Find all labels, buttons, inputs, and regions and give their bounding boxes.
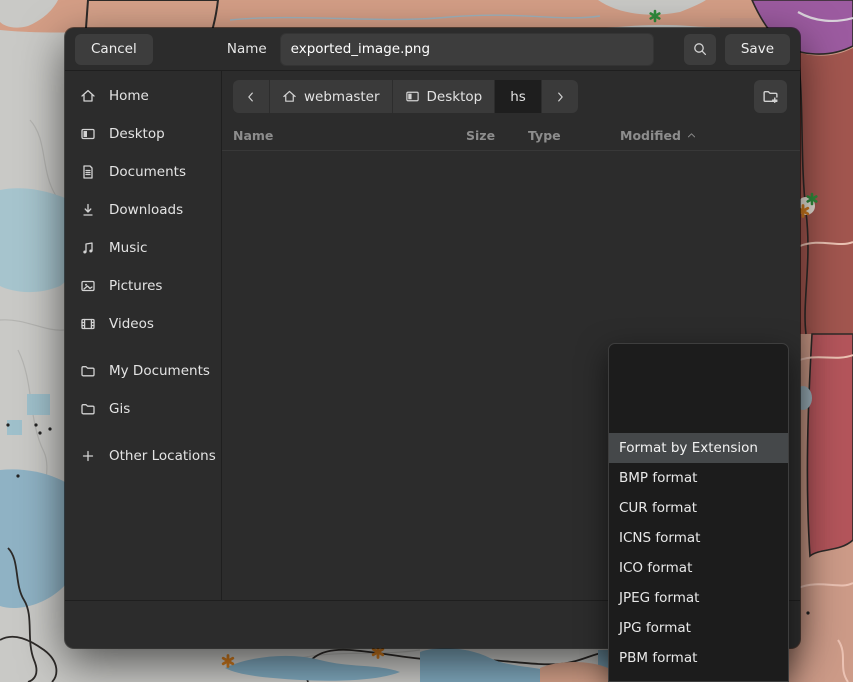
save-button[interactable]: Save xyxy=(725,34,790,65)
format-menu-spacer xyxy=(609,344,788,433)
sidebar-item-label: Desktop xyxy=(109,126,165,142)
sidebar-item-pictures[interactable]: Pictures xyxy=(65,267,221,305)
sidebar-item-desktop[interactable]: Desktop xyxy=(65,115,221,153)
sidebar-item-label: Documents xyxy=(109,164,186,180)
search-button[interactable] xyxy=(684,34,716,65)
sidebar-item-home[interactable]: Home xyxy=(65,77,221,115)
column-modified[interactable]: Modified xyxy=(620,128,748,143)
sidebar-separator xyxy=(65,343,221,352)
music-icon xyxy=(80,240,96,256)
desktop-icon xyxy=(405,89,420,104)
menu-item-format-by-extension[interactable]: Format by Extension xyxy=(609,433,788,463)
breadcrumb-segment-hs[interactable]: hs xyxy=(495,80,542,113)
breadcrumb-segment-webmaster[interactable]: webmaster xyxy=(270,80,393,113)
sidebar-item-label: My Documents xyxy=(109,363,210,379)
menu-item-bmp[interactable]: BMP format xyxy=(609,463,788,493)
name-label: Name xyxy=(227,41,267,57)
filename-input[interactable] xyxy=(280,33,654,66)
sidebar-item-videos[interactable]: Videos xyxy=(65,305,221,343)
sidebar-item-documents[interactable]: Documents xyxy=(65,153,221,191)
menu-item-icns[interactable]: ICNS format xyxy=(609,523,788,553)
places-sidebar: Home Desktop Documents Downloads Music P… xyxy=(65,71,222,600)
menu-item-pbm[interactable]: PBM format xyxy=(609,643,788,673)
column-type[interactable]: Type xyxy=(528,128,620,143)
video-icon xyxy=(80,316,96,332)
column-modified-label: Modified xyxy=(620,128,681,143)
back-button[interactable] xyxy=(233,80,270,113)
breadcrumb-segment-desktop[interactable]: Desktop xyxy=(393,80,496,113)
column-name[interactable]: Name xyxy=(222,128,466,143)
sidebar-item-label: Music xyxy=(109,240,147,256)
folder-icon xyxy=(80,401,96,417)
menu-item-pgm[interactable]: PGM format xyxy=(609,673,788,682)
document-icon xyxy=(80,164,96,180)
chevron-left-icon xyxy=(244,90,258,104)
sidebar-item-label: Home xyxy=(109,88,149,104)
download-icon xyxy=(80,202,96,218)
column-size[interactable]: Size xyxy=(466,128,528,143)
sidebar-item-music[interactable]: Music xyxy=(65,229,221,267)
sidebar-item-label: Gis xyxy=(109,401,130,417)
sidebar-item-label: Other Locations xyxy=(109,448,216,464)
picture-icon xyxy=(80,278,96,294)
breadcrumb: webmaster Desktop hs xyxy=(233,80,578,113)
menu-item-jpeg[interactable]: JPEG format xyxy=(609,583,788,613)
desktop-icon xyxy=(80,126,96,142)
map-red-region xyxy=(807,334,853,556)
home-icon xyxy=(80,88,96,104)
breadcrumb-label: Desktop xyxy=(427,89,483,105)
sidebar-item-downloads[interactable]: Downloads xyxy=(65,191,221,229)
screen: { "window": { "header": { "cancel_label"… xyxy=(0,0,853,682)
forward-button[interactable] xyxy=(542,80,578,113)
folder-icon xyxy=(80,363,96,379)
plus-icon xyxy=(80,448,96,464)
pathbar-row: webmaster Desktop hs xyxy=(222,71,800,121)
dialog-headerbar: Cancel Name Save xyxy=(65,28,800,71)
home-icon xyxy=(282,89,297,104)
menu-item-cur[interactable]: CUR format xyxy=(609,493,788,523)
new-folder-button[interactable] xyxy=(754,80,787,113)
chevron-right-icon xyxy=(553,90,567,104)
new-folder-icon xyxy=(762,88,779,105)
sidebar-item-my-documents[interactable]: My Documents xyxy=(65,352,221,390)
sidebar-item-gis[interactable]: Gis xyxy=(65,390,221,428)
sort-ascending-icon xyxy=(686,130,697,141)
cancel-button[interactable]: Cancel xyxy=(75,34,153,65)
breadcrumb-label: webmaster xyxy=(304,89,380,105)
sidebar-item-label: Videos xyxy=(109,316,154,332)
search-icon xyxy=(692,41,708,57)
sidebar-item-label: Downloads xyxy=(109,202,183,218)
menu-item-jpg[interactable]: JPG format xyxy=(609,613,788,643)
breadcrumb-label: hs xyxy=(510,89,526,105)
column-headers: Name Size Type Modified xyxy=(222,121,800,151)
menu-item-ico[interactable]: ICO format xyxy=(609,553,788,583)
sidebar-item-other-locations[interactable]: Other Locations xyxy=(65,437,221,475)
format-dropdown-menu: Format by Extension BMP format CUR forma… xyxy=(608,343,789,682)
sidebar-item-label: Pictures xyxy=(109,278,162,294)
sidebar-separator xyxy=(65,428,221,437)
